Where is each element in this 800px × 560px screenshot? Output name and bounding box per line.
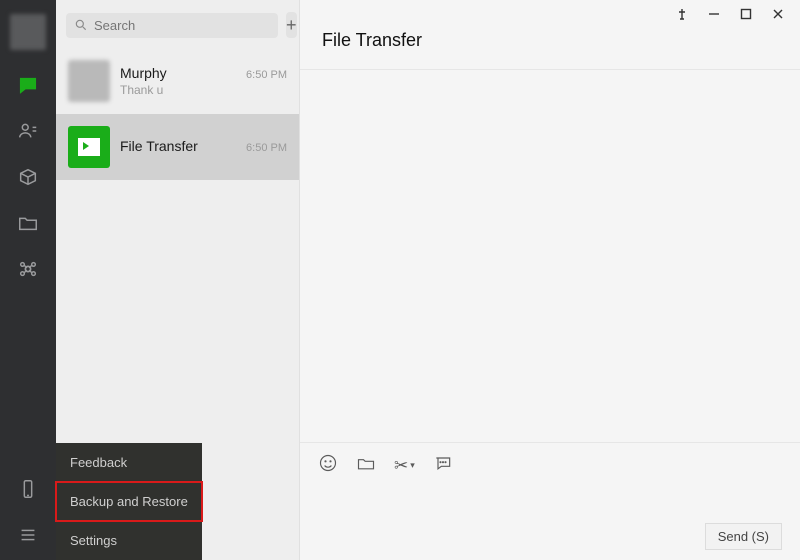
send-button[interactable]: Send (S) — [705, 523, 782, 550]
chat-name: Murphy — [120, 65, 167, 81]
chat-main: File Transfer ✂▾ Send (S) — [300, 0, 800, 560]
file-transfer-icon — [68, 126, 110, 168]
emoji-icon[interactable] — [318, 453, 338, 478]
chats-icon[interactable] — [17, 74, 39, 96]
nav-rail — [0, 0, 56, 560]
composer: ✂▾ Send (S) — [300, 442, 800, 560]
chat-item[interactable]: File Transfer 6:50 PM — [56, 114, 299, 180]
message-area[interactable] — [300, 70, 800, 442]
attach-file-icon[interactable] — [356, 453, 376, 478]
chat-preview: Thank u — [120, 83, 287, 97]
miniprogram-icon[interactable] — [17, 258, 39, 280]
screenshot-icon[interactable]: ✂▾ — [394, 456, 415, 476]
search-field[interactable] — [66, 13, 278, 38]
more-menu-popup: Feedback Backup and Restore Settings — [56, 443, 202, 560]
chat-avatar — [68, 60, 110, 102]
menu-item-feedback[interactable]: Feedback — [56, 443, 202, 482]
chat-time: 6:50 PM — [246, 69, 287, 81]
contacts-icon[interactable] — [17, 120, 39, 142]
menu-icon[interactable] — [17, 524, 39, 546]
chat-history-icon[interactable] — [433, 453, 453, 478]
user-avatar[interactable] — [10, 14, 46, 50]
menu-item-backup-restore[interactable]: Backup and Restore — [56, 482, 202, 521]
menu-item-settings[interactable]: Settings — [56, 521, 202, 560]
phone-icon[interactable] — [17, 478, 39, 500]
minimize-icon[interactable] — [708, 8, 720, 20]
search-input[interactable] — [94, 18, 270, 33]
chat-item[interactable]: Murphy 6:50 PM Thank u — [56, 48, 299, 114]
window-controls — [300, 0, 800, 28]
pin-icon[interactable] — [676, 8, 688, 20]
favorites-icon[interactable] — [17, 166, 39, 188]
add-button[interactable]: + — [286, 12, 297, 38]
chat-time: 6:50 PM — [246, 142, 287, 154]
chat-header: File Transfer — [300, 28, 800, 70]
search-icon — [74, 18, 88, 32]
chat-list-panel: + Murphy 6:50 PM Thank u File Transfer 6… — [56, 0, 300, 560]
chat-name: File Transfer — [120, 138, 198, 154]
files-icon[interactable] — [17, 212, 39, 234]
close-icon[interactable] — [772, 8, 784, 20]
maximize-icon[interactable] — [740, 8, 752, 20]
chat-title: File Transfer — [322, 30, 778, 51]
